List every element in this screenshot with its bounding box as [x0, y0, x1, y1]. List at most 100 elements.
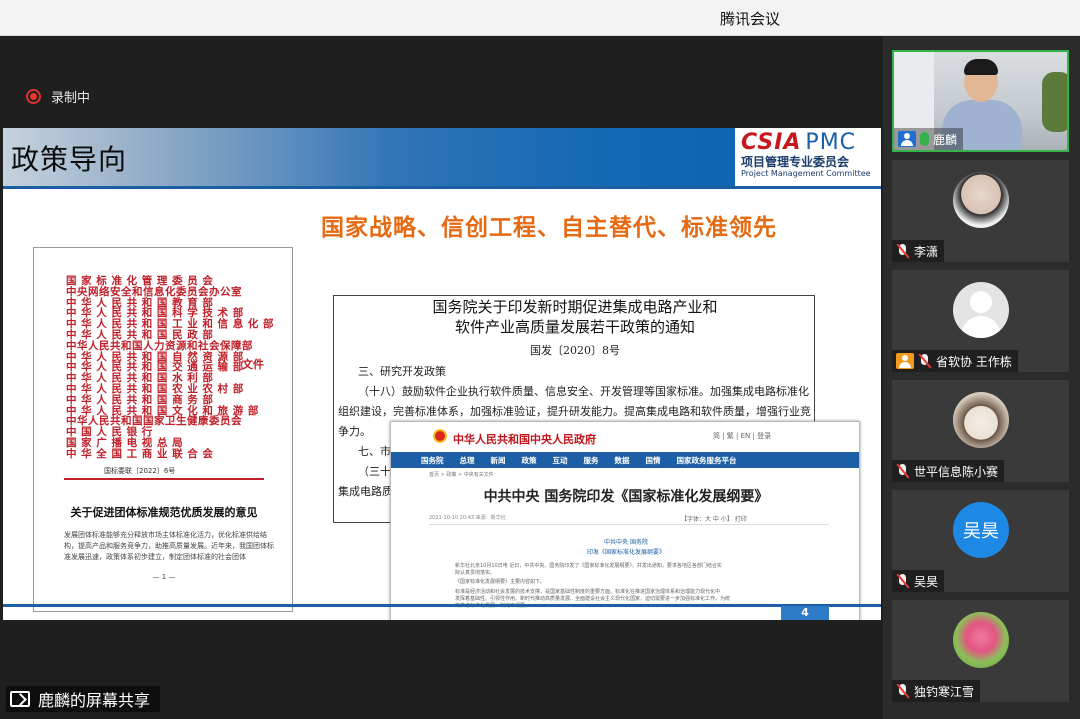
- news-header: 中华人民共和国中央人民政府 简 | 繁 | EN | 登录: [391, 422, 859, 452]
- notice-fragment1: 七、市: [358, 445, 391, 458]
- participant-tile[interactable]: 世平信息陈小赛: [892, 380, 1069, 482]
- title-bar: 腾讯会议: [0, 0, 1080, 36]
- notice-number: 国发〔2020〕8号: [530, 344, 620, 357]
- news-nav-item: 互动: [552, 455, 568, 465]
- document-mark: 文件: [242, 358, 264, 371]
- participant-tile[interactable]: 鹿麟: [892, 50, 1069, 152]
- participant-name-bar: 鹿麟: [894, 128, 964, 150]
- organization-line: 中央网络安全和信息化委员会办公室: [66, 285, 242, 298]
- news-nav-item: 服务: [583, 455, 599, 465]
- participant-name: 吴昊: [914, 574, 939, 589]
- news-divider: [429, 524, 829, 525]
- participant-name-bar: 世平信息陈小赛: [892, 460, 1005, 482]
- news-site-name: 中华人民共和国中央人民政府: [453, 433, 596, 446]
- standard-opinion-document: 国 家 标 准 化 管 理 委 员 会中央网络安全和信息化委员会办公室中 华 人…: [33, 247, 293, 612]
- video-background-plant: [1042, 72, 1067, 132]
- record-icon: [26, 88, 41, 104]
- participant-tile[interactable]: 吴昊 吴昊: [892, 490, 1069, 592]
- document-page-number: — 1 —: [152, 573, 176, 581]
- participant-tile[interactable]: 省软协 王作栋: [892, 270, 1069, 372]
- news-nav-item: 国家政务服务平台: [676, 455, 737, 465]
- news-meta: 2021-10-10 20:43 来源：新华社: [429, 515, 506, 521]
- document-heading: 关于促进团体标准规范优质发展的意见: [70, 506, 258, 519]
- microphone-muted-icon[interactable]: [896, 574, 910, 588]
- microphone-muted-icon[interactable]: [896, 684, 910, 698]
- csia-pmc-logo: CSIA PMC 项目管理专业委员会 Project Management Com…: [735, 128, 881, 186]
- news-font-tools: 【字体：大 中 小】 打印: [681, 516, 747, 523]
- news-headline: 中共中央 国务院印发《国家标准化发展纲要》: [483, 489, 769, 505]
- participant-name: 省软协 王作栋: [936, 354, 1012, 369]
- news-navigation: 国务院 总理 新闻 政策 互动 服务 数据 国情 国家政务服务平台: [391, 452, 859, 468]
- organization-line: 中 华 全 国 工 商 业 联 合 会: [66, 447, 214, 460]
- document-body: 发展团体标准能够充分释放市场主体标准化活力，优化标准供给结构，提高产品和服务竞争…: [64, 531, 274, 561]
- notice-fragment3: 集成电路质: [338, 485, 393, 498]
- window-title: 腾讯会议: [719, 10, 780, 28]
- news-body-line: 新华社北京10月10日电 近日，中共中央、国务院印发了《国家标准化发展纲要》，并…: [455, 563, 722, 569]
- recording-indicator[interactable]: 录制中: [26, 86, 90, 106]
- logo-english: Project Management Committee: [741, 169, 871, 178]
- slide-page-number: 4: [781, 606, 829, 620]
- notice-para1: （十八）鼓励软件企业执行软件质量、信息安全、开发管理等国家标准。加强集成电路标准…: [358, 385, 809, 398]
- host-icon: [898, 131, 916, 147]
- logo-subtitle: 项目管理专业委员会: [741, 155, 850, 169]
- participants-panel: 鹿麟 李潇 省软协 王作栋 世平信息陈小赛 吴昊 吴昊 独钓寒江雪: [883, 36, 1080, 719]
- screen-share-label[interactable]: 鹿麟的屏幕共享: [6, 686, 161, 712]
- participant-avatar: [953, 172, 1009, 228]
- gov-news-screenshot: 中华人民共和国中央人民政府 简 | 繁 | EN | 登录 国务院 总理 新闻 政策 互…: [390, 421, 860, 620]
- slide-title: 政策导向: [11, 143, 128, 176]
- participant-name-bar: 吴昊: [892, 570, 945, 592]
- news-body-line: 发挥着基础性、引领性作用。新时代推动高质量发展、全面建设社会主义现代化国家，迫切…: [455, 596, 731, 602]
- notice-title-line1: 国务院关于印发新时期促进集成电路产业和: [432, 298, 718, 316]
- user-icon: [896, 353, 914, 369]
- notice-section: 三、研究开发政策: [358, 365, 446, 378]
- participant-name: 李潇: [914, 244, 939, 259]
- organization-line: 中华人民共和国人力资源和社会保障部: [66, 339, 253, 352]
- participant-name: 独钓寒江雪: [914, 684, 975, 699]
- notice-para2: 组织建设，完善标准体系，加强标准验证，提升研发能力。提高集成电路和软件质量，增强…: [338, 405, 811, 418]
- participant-name-bar: 省软协 王作栋: [892, 350, 1018, 372]
- notice-fragment2: （三十: [358, 465, 391, 478]
- document-number: 国标委联〔2022〕6号: [104, 467, 176, 475]
- organization-line: 中 华 人 民 共 和 国 商 务 部: [66, 393, 214, 406]
- recording-label: 录制中: [51, 90, 91, 106]
- participant-avatar: [953, 392, 1009, 448]
- participant-name: 世平信息陈小赛: [914, 464, 999, 479]
- news-author: 中共中央 国务院: [604, 539, 648, 546]
- slide-banner-divider: [3, 186, 881, 189]
- microphone-muted-icon[interactable]: [896, 464, 910, 478]
- notice-para3: 争力。: [338, 425, 371, 438]
- participant-name-bar: 李潇: [892, 240, 945, 262]
- slide-slogan: 国家战略、信创工程、自主替代、标准领先: [321, 215, 777, 241]
- news-nav-item: 国情: [645, 455, 661, 465]
- news-body-line: 际认真贯彻落实。: [455, 570, 496, 576]
- slide-footer-line: [3, 604, 881, 607]
- participant-tile[interactable]: 李潇: [892, 160, 1069, 262]
- screen-share-text: 鹿麟的屏幕共享: [38, 691, 151, 710]
- logo-brand: CSIA PMC: [741, 130, 857, 155]
- shared-screen-area: 录制中 政策导向 CSIA PMC 项目管理专业委员会 Project Manag…: [0, 36, 883, 719]
- microphone-muted-icon[interactable]: [896, 244, 910, 258]
- default-avatar-icon: [953, 282, 1009, 338]
- news-breadcrumb: 首页 > 政策 > 中央有关文件: [429, 472, 494, 478]
- news-body-line: 《国家标准化发展纲要》主要内容如下。: [455, 579, 546, 585]
- participant-name: 鹿麟: [933, 132, 958, 147]
- microphone-on-icon[interactable]: [920, 132, 929, 146]
- news-nav-item: 新闻: [490, 455, 506, 465]
- red-divider: [64, 478, 264, 480]
- screen-share-icon: [10, 691, 30, 707]
- participant-name-bar: 独钓寒江雪: [892, 680, 981, 702]
- presentation-slide: 政策导向 CSIA PMC 项目管理专业委员会 Project Managemen…: [3, 128, 881, 620]
- news-body-line: 标准是经济活动和社会发展的技术支撑，是国家基础性制度的重要方面。标准化在推进国家…: [455, 589, 721, 595]
- news-nav-item: 总理: [459, 455, 475, 465]
- news-nav-item: 国务院: [421, 455, 444, 465]
- notice-title-line2: 软件产业高质量发展若干政策的通知: [454, 318, 695, 336]
- news-tools: 简 | 繁 | EN | 登录: [713, 432, 772, 440]
- news-nav-item: 数据: [614, 455, 630, 465]
- national-emblem-icon: [433, 429, 447, 443]
- person-hair: [964, 59, 998, 75]
- news-nav-item: 政策: [521, 455, 537, 465]
- text-avatar: 吴昊: [953, 502, 1009, 558]
- participant-tile[interactable]: 独钓寒江雪: [892, 600, 1069, 702]
- participant-avatar: [953, 612, 1009, 668]
- microphone-muted-icon[interactable]: [918, 354, 932, 368]
